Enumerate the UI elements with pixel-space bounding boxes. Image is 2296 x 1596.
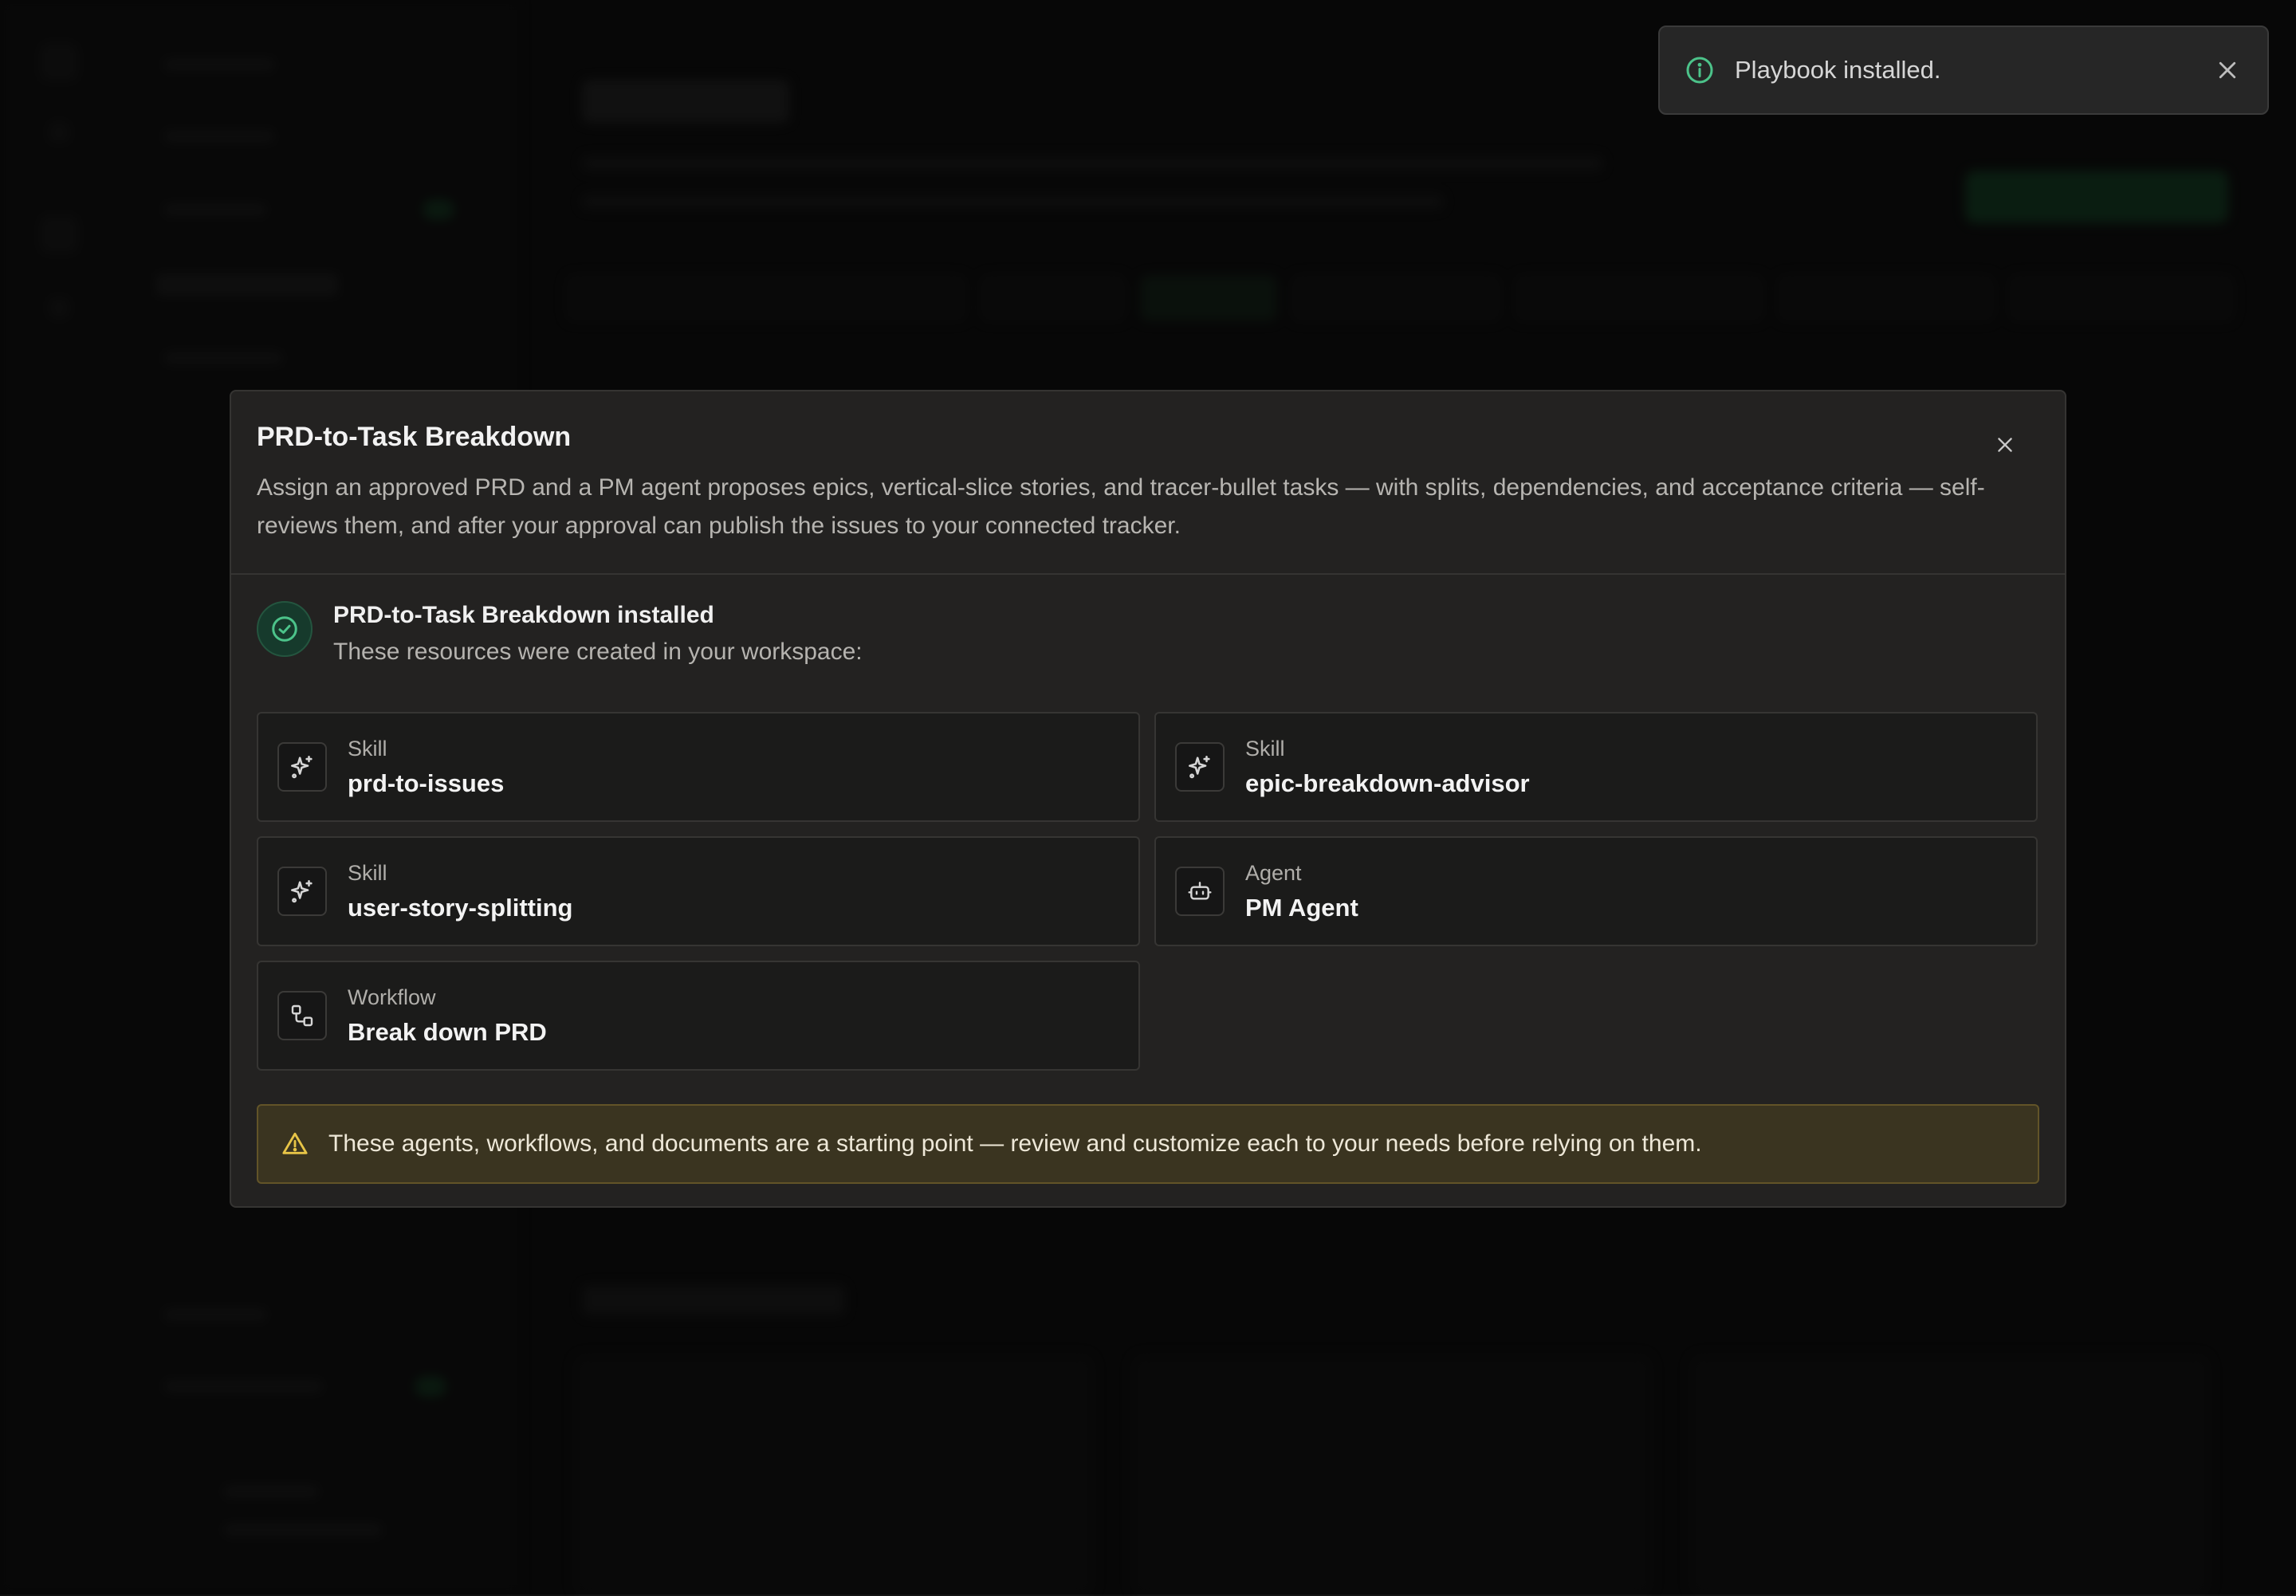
check-circle-icon — [257, 601, 313, 657]
resource-name: PM Agent — [1245, 893, 1358, 922]
install-success: PRD-to-Task Breakdown installed These re… — [257, 600, 2039, 680]
warning-text: These agents, workflows, and documents a… — [328, 1130, 1702, 1157]
resource-name: Break down PRD — [348, 1017, 547, 1046]
bot-icon — [1175, 867, 1225, 916]
success-title: PRD-to-Task Breakdown installed — [333, 602, 714, 628]
resource-name: epic-breakdown-advisor — [1245, 769, 1530, 797]
success-subtitle: These resources were created in your wor… — [333, 639, 863, 665]
resource-card-break-down-prd[interactable]: Workflow Break down PRD — [257, 961, 1140, 1071]
dialog-body: PRD-to-Task Breakdown installed These re… — [231, 575, 2065, 1184]
resource-card-pm-agent[interactable]: Agent PM Agent — [1154, 836, 2038, 946]
resource-name: user-story-splitting — [348, 893, 573, 922]
playbook-dialog: PRD-to-Task Breakdown Assign an approved… — [230, 390, 2066, 1208]
info-icon — [1684, 54, 1716, 86]
toast-message: Playbook installed. — [1735, 56, 1941, 84]
resource-card-prd-to-issues[interactable]: Skill prd-to-issues — [257, 712, 1140, 822]
dialog-description: Assign an approved PRD and a PM agent pr… — [257, 474, 1985, 539]
resource-type: Skill — [348, 736, 387, 761]
sparkle-icon — [277, 742, 327, 792]
close-icon — [1998, 438, 2012, 452]
toast-notification: Playbook installed. — [1658, 26, 2269, 115]
toast-close-button[interactable] — [2211, 54, 2243, 86]
warning-icon — [281, 1130, 309, 1158]
close-icon — [2219, 61, 2236, 79]
resource-list: Skill prd-to-issues Skill epic-breakdown… — [257, 712, 2039, 1071]
resource-name: prd-to-issues — [348, 769, 505, 797]
resource-card-user-story-splitting[interactable]: Skill user-story-splitting — [257, 836, 1140, 946]
resource-type: Skill — [348, 860, 387, 885]
warning-callout: These agents, workflows, and documents a… — [257, 1104, 2039, 1184]
resource-type: Skill — [1245, 736, 1285, 761]
dialog-close-button[interactable] — [1985, 425, 2025, 465]
resource-card-epic-breakdown-advisor[interactable]: Skill epic-breakdown-advisor — [1154, 712, 2038, 822]
sparkle-icon — [277, 867, 327, 916]
resource-type: Agent — [1245, 860, 1302, 885]
dialog-title: PRD-to-Task Breakdown — [257, 422, 572, 452]
workflow-icon — [277, 991, 327, 1040]
resource-type: Workflow — [348, 985, 436, 1009]
dialog-header: PRD-to-Task Breakdown Assign an approved… — [231, 391, 2065, 575]
sparkle-icon — [1175, 742, 1225, 792]
